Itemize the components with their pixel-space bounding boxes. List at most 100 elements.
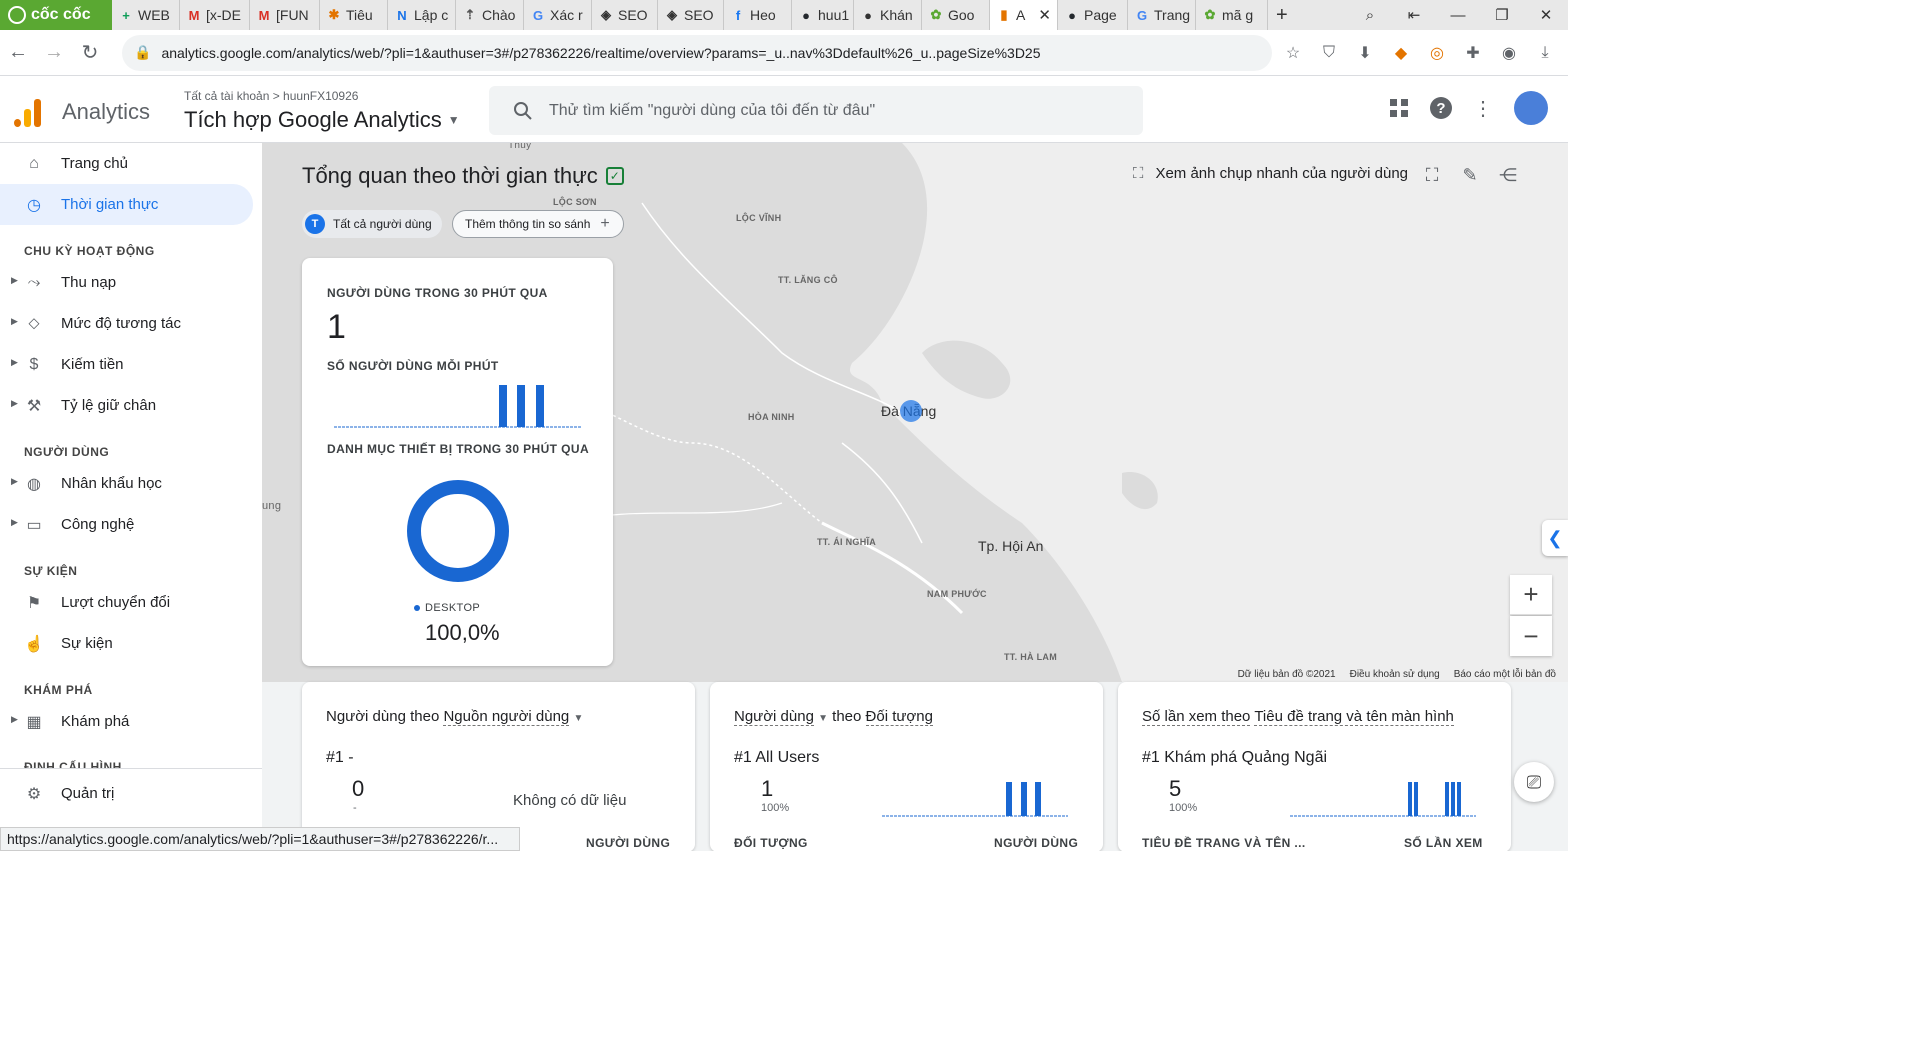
browser-tab[interactable]: M [FUN (250, 0, 320, 30)
customize-report-icon[interactable]: ✎ (1458, 163, 1482, 187)
account-breadcrumb[interactable]: Tất cả tài khoản > huunFX10926 (184, 89, 358, 103)
realtime-map[interactable]: Thủy LỘC SƠN LỘC VĨNH TT. LĂNG CÔ HÒA NI… (262, 143, 1568, 682)
maximize-button[interactable]: ❐ (1480, 6, 1524, 24)
browser-tab[interactable]: G Trang (1128, 0, 1196, 30)
property-selector[interactable]: Tích hợp Google Analytics ▼ (184, 107, 460, 133)
close-tab-icon[interactable]: ✕ (1038, 6, 1051, 24)
extension-circle-icon[interactable]: ◎ (1426, 43, 1448, 63)
browser-tab[interactable]: ● Page (1058, 0, 1128, 30)
verified-check-icon[interactable]: ✓ (605, 167, 624, 185)
user-snapshot-button[interactable]: ⛶ Xem ảnh chụp nhanh của người dùng (1133, 165, 1408, 182)
nav-engagement[interactable]: ▶ ⬦ Mức độ tương tác (0, 303, 262, 344)
expand-caret-icon[interactable]: ▶ (11, 517, 18, 528)
expand-caret-icon[interactable]: ▶ (11, 398, 18, 409)
users-per-minute-chart[interactable] (334, 383, 582, 429)
spark-bar[interactable] (1035, 782, 1041, 816)
expand-caret-icon[interactable]: ▶ (11, 316, 18, 327)
nav-acquisition[interactable]: ▶ ⤳ Thu nạp (0, 262, 262, 303)
apps-grid-icon[interactable] (1386, 95, 1412, 121)
browser-tab[interactable]: G Xác r (524, 0, 592, 30)
dimension-selector[interactable]: Nguồn người dùng (443, 708, 570, 726)
feedback-button[interactable]: ⎚ (1514, 762, 1554, 802)
close-window-button[interactable]: ✕ (1524, 6, 1568, 24)
expand-caret-icon[interactable]: ▶ (11, 714, 18, 725)
expand-caret-icon[interactable]: ▶ (11, 476, 18, 487)
minimize-button[interactable]: — (1436, 7, 1480, 24)
spark-bar[interactable] (1414, 782, 1418, 816)
donut-slice-desktop[interactable] (407, 480, 509, 582)
device-donut-chart[interactable] (405, 478, 511, 584)
extensions-puzzle-icon[interactable]: ✚ (1462, 43, 1484, 63)
share-icon[interactable]: ⋲ (1496, 163, 1520, 187)
nav-conversions[interactable]: ⚑ Lượt chuyển đổi (0, 582, 262, 623)
more-vert-icon[interactable]: ⋮ (1470, 95, 1496, 121)
zoom-in-button[interactable]: + (1510, 575, 1552, 615)
browser-tab[interactable]: ✿ Goo (922, 0, 990, 30)
minute-bar[interactable] (536, 385, 544, 427)
url-field[interactable]: 🔒 analytics.google.com/analytics/web/?pl… (122, 34, 1272, 71)
browser-tab[interactable]: ✿ mã g (1196, 0, 1268, 30)
download-icon[interactable]: ⬇ (1354, 43, 1376, 63)
map-report-link[interactable]: Báo cáo một lỗi bản đồ (1454, 669, 1556, 680)
browser-tab[interactable]: ✱ Tiêu (320, 0, 388, 30)
nav-demographics[interactable]: ▶ ◍ Nhân khẩu học (0, 463, 262, 504)
help-icon[interactable]: ? (1430, 97, 1452, 119)
caret-down-icon[interactable]: ▼ (573, 713, 583, 724)
collapse-panel-button[interactable]: ❮ (1542, 520, 1568, 556)
browser-tab[interactable]: M [x-DE (180, 0, 250, 30)
browser-tab[interactable]: ⇡ Chào (456, 0, 524, 30)
browser-tab[interactable]: ▮ A ✕ (990, 0, 1058, 30)
browser-brand[interactable]: cốc cốc (0, 0, 112, 30)
back-button[interactable]: ← (0, 41, 36, 64)
tab-search-icon[interactable]: ⌕ (1348, 7, 1392, 24)
spark-bar[interactable] (1006, 782, 1012, 816)
caret-down-icon[interactable]: ▼ (818, 713, 828, 724)
spark-bar[interactable] (1445, 782, 1449, 816)
map-terms-link[interactable]: Điều khoản sử dụng (1350, 669, 1440, 680)
user-avatar[interactable] (1514, 91, 1548, 125)
browser-tab[interactable]: ● Khán (854, 0, 922, 30)
nav-retention[interactable]: ▶ ⚒ Tỷ lệ giữ chân (0, 385, 262, 426)
segment-chip-all-users[interactable]: T Tất cả người dùng (302, 210, 442, 238)
card-title[interactable]: Số lần xem theo Tiêu đề trang và tên màn… (1142, 708, 1454, 726)
metric-selector[interactable]: Người dùng (734, 708, 814, 726)
browser-tab[interactable]: ● huu1 (792, 0, 854, 30)
nav-monetization[interactable]: ▶ $ Kiếm tiền (0, 344, 262, 385)
spark-bar[interactable] (1451, 782, 1455, 816)
page-views-sparkline[interactable] (1290, 780, 1476, 818)
audience-sparkline[interactable] (882, 780, 1068, 818)
downloads-tray-icon[interactable]: ⤓ (1534, 44, 1556, 62)
analytics-logo-icon[interactable] (14, 97, 44, 127)
shield-icon[interactable]: ⛉ (1318, 44, 1340, 62)
user-location-dot[interactable] (900, 400, 922, 422)
dimension-selector[interactable]: Tiêu đề trang và tên màn hình (1254, 708, 1454, 726)
browser-tab[interactable]: N Lập c (388, 0, 456, 30)
minute-bar[interactable] (499, 385, 507, 427)
fullscreen-icon[interactable]: ⛶ (1420, 163, 1444, 187)
browser-tab[interactable]: ◈ SEO (658, 0, 724, 30)
minute-bar[interactable] (517, 385, 525, 427)
spark-bar[interactable] (1457, 782, 1461, 816)
forward-button[interactable]: → (36, 41, 72, 64)
sidebar-toggle-icon[interactable]: ⇤ (1392, 6, 1436, 24)
nav-realtime[interactable]: ◷ Thời gian thực (0, 184, 253, 225)
browser-tab[interactable]: ◈ SEO (592, 0, 658, 30)
reload-button[interactable]: ↻ (72, 40, 108, 65)
card-title[interactable]: Người dùng ▼ theo Đối tượng (734, 708, 933, 726)
nav-home[interactable]: ⌂ Trang chủ (0, 143, 262, 184)
zoom-out-button[interactable]: − (1510, 616, 1552, 656)
search-bar[interactable] (489, 86, 1143, 135)
nav-events[interactable]: ☝ Sự kiện (0, 623, 262, 664)
card-title[interactable]: Người dùng theo Nguồn người dùng ▼ (326, 708, 583, 726)
bookmark-star-icon[interactable]: ☆ (1282, 43, 1304, 63)
spark-bar[interactable] (1021, 782, 1027, 816)
browser-tab[interactable]: f Heo (724, 0, 792, 30)
browser-tab[interactable]: + WEB (112, 0, 180, 30)
spark-bar[interactable] (1408, 782, 1412, 816)
new-tab-button[interactable]: + (1268, 4, 1296, 27)
profile-icon[interactable]: ◉ (1498, 43, 1520, 63)
dimension-selector[interactable]: Đối tượng (865, 708, 933, 726)
search-input[interactable] (549, 101, 1109, 120)
nav-tech[interactable]: ▶ ▭ Công nghệ (0, 504, 262, 545)
extension-fox-icon[interactable]: ◆ (1390, 43, 1412, 63)
